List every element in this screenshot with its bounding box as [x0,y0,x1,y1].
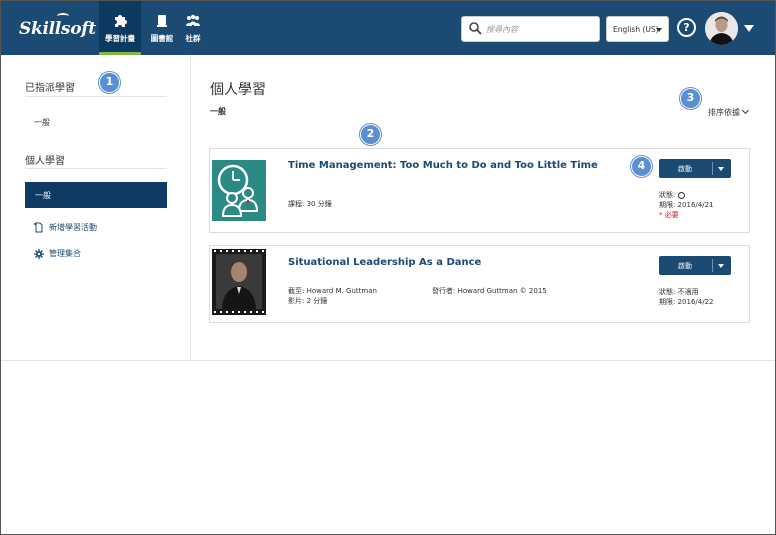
search-box[interactable] [461,16,600,42]
skillsoft-logo[interactable]: Skillsoft [19,13,96,39]
launch-options-chevron-icon[interactable] [718,167,724,171]
video-thumbnail[interactable] [210,246,268,322]
language-select[interactable]: English (US) [606,16,669,42]
nav-tab-label: 社群 [185,34,201,43]
video-author: 截至: Howard M. Guttman [288,287,377,295]
video-publisher: 發行者: Howard Guttman © 2015 [432,287,547,295]
status-label: 狀態: 不適用 [659,288,699,296]
nav-tab-learning-plan[interactable]: 學習計畫 [99,1,141,55]
course-duration: 課程: 30 分鐘 [288,200,332,208]
callout-badge-3: 3 [680,88,701,109]
content-bottom-divider [1,360,775,361]
time-management-course-image [210,149,268,232]
add-document-icon [34,222,43,233]
course-title-link[interactable]: Time Management: Too Much to Do and Too … [288,160,598,171]
avatar[interactable] [705,12,738,45]
learning-item-card: Situational Leadership As a Dance 截至: Ho… [209,245,750,323]
callout-badge-2: 2 [360,124,381,145]
sort-dropdown[interactable]: 排序依據 [708,106,750,118]
nav-tab-community[interactable]: 社群 [172,1,214,55]
manage-collections-link[interactable]: 管理集合 [34,248,81,259]
due-date: 期限: 2016/4/22 [659,298,714,306]
due-date: 期限: 2016/4/21 [659,201,714,209]
manage-collections-label: 管理集合 [49,249,81,258]
divider [712,259,713,272]
sidebar-item-personal-general[interactable]: 一般 [25,182,167,208]
status-label: 狀態: [659,191,676,199]
language-value: English (US) [613,25,659,34]
chevron-down-icon [656,28,662,32]
personal-learning-heading: 個人學習 [25,156,65,167]
community-icon [186,14,200,26]
divider [25,168,167,169]
status-block: 狀態: 期限: 2016/4/21 * 必要 [659,190,713,220]
add-learning-activity-label: 新增學習活動 [49,223,97,232]
learning-item-card: Time Management: Too Much to Do and Too … [209,148,750,233]
launch-button[interactable]: 啟動 [659,159,731,178]
assigned-learning-heading: 已指派學習 [25,83,75,94]
course-thumbnail[interactable] [210,149,268,232]
search-input[interactable] [486,21,594,37]
gear-icon [34,248,44,259]
sort-label: 排序依據 [708,108,740,117]
sidebar: 已指派學習 一般 個人學習 一般 新增學習活動 管理集合 [1,55,191,360]
library-icon [157,15,167,27]
situational-leadership-video-image [210,246,268,322]
top-navigation-bar: Skillsoft 學習計畫 圖書館 社群 English (US) ? [1,1,775,55]
page-subtitle: 一般 [210,107,226,116]
divider [712,162,713,175]
callout-badge-4: 4 [631,156,652,177]
page-title: 個人學習 [210,82,266,98]
launch-options-chevron-icon[interactable] [718,264,724,268]
launch-label: 啟動 [678,262,692,270]
status-block: 狀態: 不適用 期限: 2016/4/22 [659,287,713,307]
search-icon [469,22,482,35]
nav-tab-label: 學習計畫 [105,34,135,43]
divider [25,96,167,97]
required-badge: * 必要 [659,211,679,219]
user-menu-caret-icon[interactable] [744,25,754,32]
launch-button[interactable]: 啟動 [659,256,731,275]
launch-label: 啟動 [678,165,692,173]
callout-badge-1: 1 [99,72,120,93]
help-icon[interactable]: ? [677,18,696,37]
status-circle-icon [677,191,685,199]
chevron-down-icon [741,106,750,115]
puzzle-icon [115,15,127,27]
video-title-link[interactable]: Situational Leadership As a Dance [288,257,481,268]
sidebar-item-assigned-general[interactable]: 一般 [34,117,50,128]
add-learning-activity-link[interactable]: 新增學習活動 [34,222,97,233]
user-photo [705,12,738,45]
video-duration: 影片: 2 分鐘 [288,297,328,305]
